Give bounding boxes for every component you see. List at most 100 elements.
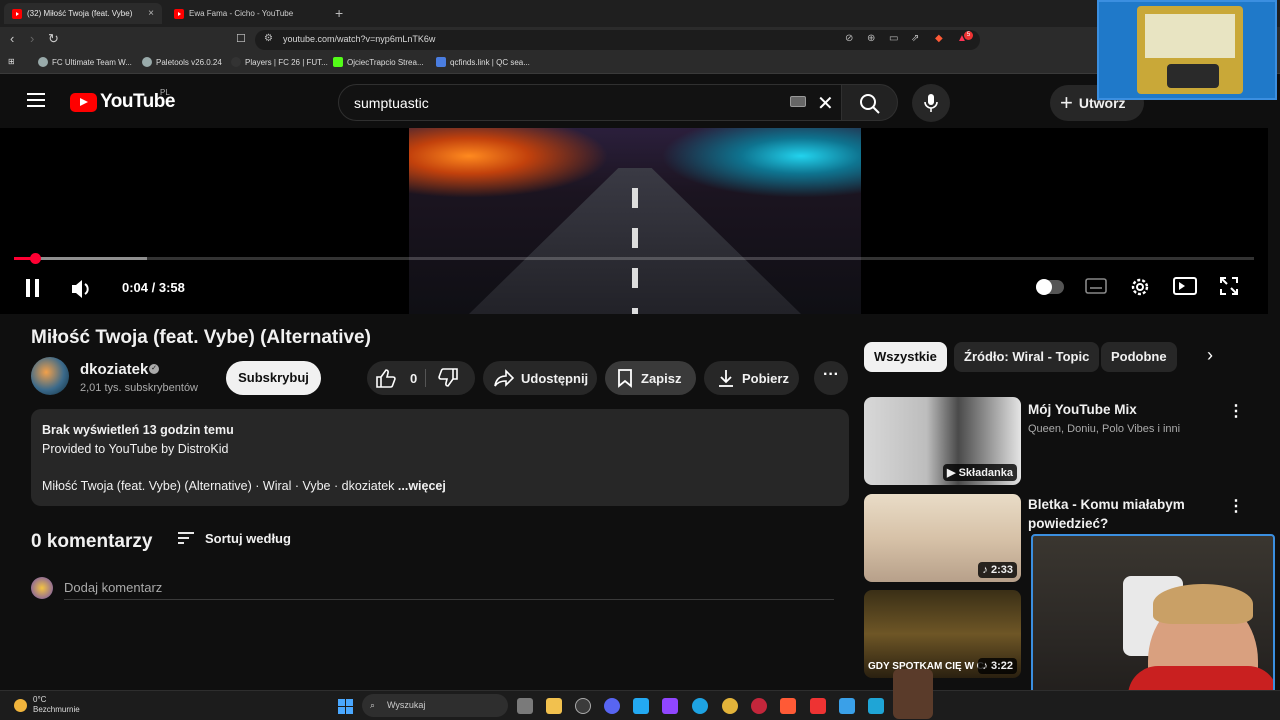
keyboard-icon[interactable]	[790, 96, 806, 107]
video-frame[interactable]	[409, 128, 861, 314]
address-field[interactable]: ⚙ youtube.com/watch?v=nyp6mLnTK6w ⊘ ⊕ ▭ …	[255, 30, 980, 50]
channel-avatar[interactable]	[31, 357, 69, 395]
subscriber-count: 2,01 tys. subskrybentów	[80, 382, 199, 394]
menu-icon[interactable]	[27, 93, 45, 107]
views-and-date: Brak wyświetleń 13 godzin temu	[42, 423, 234, 437]
zoom-icon[interactable]: ⊕	[867, 33, 875, 44]
task-view-icon[interactable]	[517, 698, 533, 714]
site-info-icon[interactable]: ⚙	[264, 33, 273, 44]
recommendation-title[interactable]: Mój YouTube Mix	[1028, 400, 1218, 419]
progress-bar[interactable]	[14, 257, 1254, 260]
pause-button[interactable]	[26, 279, 40, 297]
bookmark-label: FC Ultimate Team W...	[52, 57, 132, 67]
recommendation-title[interactable]: Bletka - Komu miałabym powiedzieć?	[1028, 495, 1218, 533]
more-actions-icon[interactable]: ···	[814, 361, 848, 395]
more-options-icon[interactable]: ⋮	[1228, 401, 1244, 421]
browser-tab[interactable]: Ewa Fama - Cicho - YouTube	[166, 3, 326, 24]
dislike-button[interactable]	[437, 368, 465, 391]
sort-comments-button[interactable]: Sortuj według	[177, 530, 291, 546]
discord-icon[interactable]	[604, 698, 620, 714]
close-tab-icon[interactable]: ×	[148, 8, 154, 19]
bookmark-item[interactable]: Players | FC 26 | FUT...	[231, 57, 328, 67]
bookmark-icon[interactable]: ☐	[236, 32, 246, 46]
brave-icon[interactable]	[810, 698, 826, 714]
subtitles-button[interactable]	[1085, 276, 1107, 301]
kick-icon	[333, 57, 343, 67]
share-page-icon[interactable]: ⇗	[911, 33, 919, 44]
reload-icon[interactable]: ↻	[48, 32, 59, 46]
chip-source[interactable]: Źródło: Wiral - Topic	[954, 342, 1100, 372]
photos-icon[interactable]	[839, 698, 855, 714]
bookmark-label: qcfinds.link | QC sea...	[450, 57, 530, 67]
progress-scrubber[interactable]	[30, 253, 41, 264]
duration-badge: ♪ 3:22	[978, 658, 1017, 674]
bookmark-item[interactable]: OjciecTrapcio Strea...	[333, 57, 424, 67]
new-tab-icon[interactable]: +	[335, 5, 343, 21]
opera-icon[interactable]	[751, 698, 767, 714]
taskbar-search-input[interactable]: ⌕ Wyszukaj	[362, 694, 508, 717]
voice-search-button[interactable]	[912, 84, 950, 122]
file-explorer-icon[interactable]	[546, 698, 562, 714]
brave-icon[interactable]	[780, 698, 796, 714]
back-icon[interactable]: ‹	[10, 32, 14, 46]
chevron-right-icon[interactable]: ›	[1207, 345, 1213, 366]
video-player[interactable]: 0:04 / 3:58	[0, 128, 1268, 314]
chrome-icon[interactable]	[722, 698, 738, 714]
product-contents	[1145, 14, 1235, 58]
browser-tab-active[interactable]: (32) Miłość Twoja (feat. Vybe) ×	[4, 3, 162, 24]
tab-title: (32) Miłość Twoja (feat. Vybe)	[27, 9, 133, 18]
recommendation-thumbnail[interactable]: ♪ 2:33	[864, 494, 1021, 582]
apps-icon[interactable]: ⊞	[8, 57, 15, 66]
windows-taskbar: 0°C Bezchmurnie ⌕ Wyszukaj	[0, 669, 1280, 720]
comment-input[interactable]: Dodaj komentarz	[64, 580, 834, 600]
chip-all[interactable]: Wszystkie	[864, 342, 947, 372]
chip-related[interactable]: Podobne	[1101, 342, 1177, 372]
subscribe-button[interactable]: Subskrybuj	[226, 361, 321, 395]
brave-shield-icon[interactable]: ◆	[935, 33, 943, 44]
forward-icon[interactable]: ›	[30, 32, 34, 46]
more-options-icon[interactable]: ⋮	[1228, 496, 1244, 516]
fullscreen-icon	[1220, 277, 1238, 295]
search-button[interactable]	[841, 84, 898, 121]
share-button[interactable]: Udostępnij	[483, 361, 597, 395]
save-button[interactable]: Zapisz	[605, 361, 696, 395]
search-icon: ⌕	[370, 700, 376, 710]
recommendation-thumbnail[interactable]: GDY SPOTKAM CIĘ W C ♪ 3:22	[864, 590, 1021, 678]
video-ice-effect	[661, 128, 861, 198]
music-note-icon: ♪	[982, 564, 988, 576]
cast-icon[interactable]: ▭	[889, 33, 898, 44]
bookmark-item[interactable]: FC Ultimate Team W...	[38, 57, 132, 67]
autoplay-toggle[interactable]	[1036, 279, 1064, 295]
channel-name[interactable]: dkoziatek	[80, 361, 148, 378]
show-more-link[interactable]: ...więcej	[398, 479, 446, 493]
user-avatar	[31, 577, 53, 599]
bookmark-label: OjciecTrapcio Strea...	[347, 57, 424, 67]
thumbs-down-icon	[438, 368, 458, 387]
clear-search-icon[interactable]: ✕	[817, 91, 834, 116]
url-text: youtube.com/watch?v=nyp6mLnTK6w	[283, 34, 436, 44]
app-icon[interactable]	[868, 698, 884, 714]
bookmark-item[interactable]: Paletools v26.0.24	[142, 57, 222, 67]
description-box[interactable]: Brak wyświetleń 13 godzin temu Provided …	[31, 409, 849, 506]
edge-icon[interactable]	[692, 698, 708, 714]
volume-button[interactable]	[70, 278, 94, 305]
start-menu-icon[interactable]	[338, 699, 353, 714]
weather-moon-icon[interactable]	[14, 699, 27, 712]
download-button[interactable]: Pobierz	[704, 361, 799, 395]
tracking-icon[interactable]: ⊘	[845, 33, 853, 44]
settings-button[interactable]	[1129, 276, 1151, 303]
search-input[interactable]: sumptuastic ✕	[338, 84, 842, 121]
miniplayer-button[interactable]	[1173, 276, 1197, 301]
weather-temperature[interactable]: 0°C	[33, 695, 46, 704]
twitch-icon[interactable]	[662, 698, 678, 714]
youtube-logo[interactable]: YouTube PL	[70, 88, 175, 113]
fullscreen-button[interactable]	[1219, 276, 1239, 301]
verified-icon: ✓	[149, 364, 159, 374]
recommendation-thumbnail[interactable]: ▶ Składanka	[864, 397, 1021, 485]
bookmark-item[interactable]: qcfinds.link | QC sea...	[436, 57, 530, 67]
vscode-icon[interactable]	[633, 698, 649, 714]
sort-icon	[178, 532, 194, 544]
description-line: Provided to YouTube by DistroKid	[42, 442, 229, 456]
like-button[interactable]: 0	[375, 368, 417, 388]
steam-icon[interactable]	[575, 698, 591, 714]
